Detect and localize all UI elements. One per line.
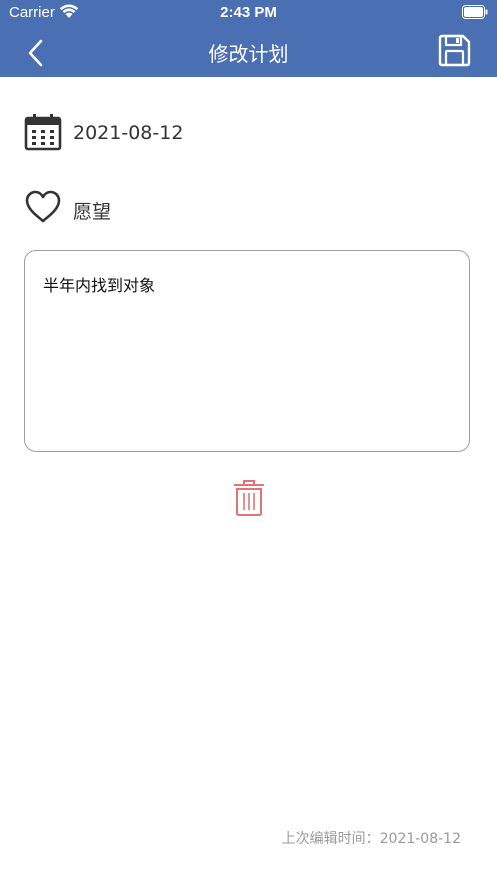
save-button[interactable] (436, 33, 472, 69)
status-time: 2:43 PM (220, 4, 277, 21)
nav-bar: 修改计划 (0, 26, 497, 77)
plan-date: 2021-08-12 (73, 122, 184, 144)
type-row[interactable]: 愿望 (24, 188, 464, 228)
heart-icon (25, 190, 61, 223)
floppy-disk-icon (438, 34, 471, 67)
trash-icon (234, 480, 264, 516)
plan-content-textarea[interactable]: 半年内找到对象 (24, 250, 470, 452)
calendar-icon (24, 114, 62, 151)
page-title: 修改计划 (208, 42, 289, 66)
delete-button[interactable] (230, 478, 268, 518)
plan-content-text: 半年内找到对象 (43, 276, 156, 295)
plan-type: 愿望 (73, 201, 112, 223)
date-row[interactable]: 2021-08-12 (24, 113, 464, 153)
header: Carrier 2:43 PM 修改计划 (0, 0, 497, 77)
last-edit-time: 上次编辑时间：2021-08-12 (281, 831, 461, 847)
battery-icon (462, 5, 488, 19)
status-bar: Carrier 2:43 PM (0, 0, 497, 26)
